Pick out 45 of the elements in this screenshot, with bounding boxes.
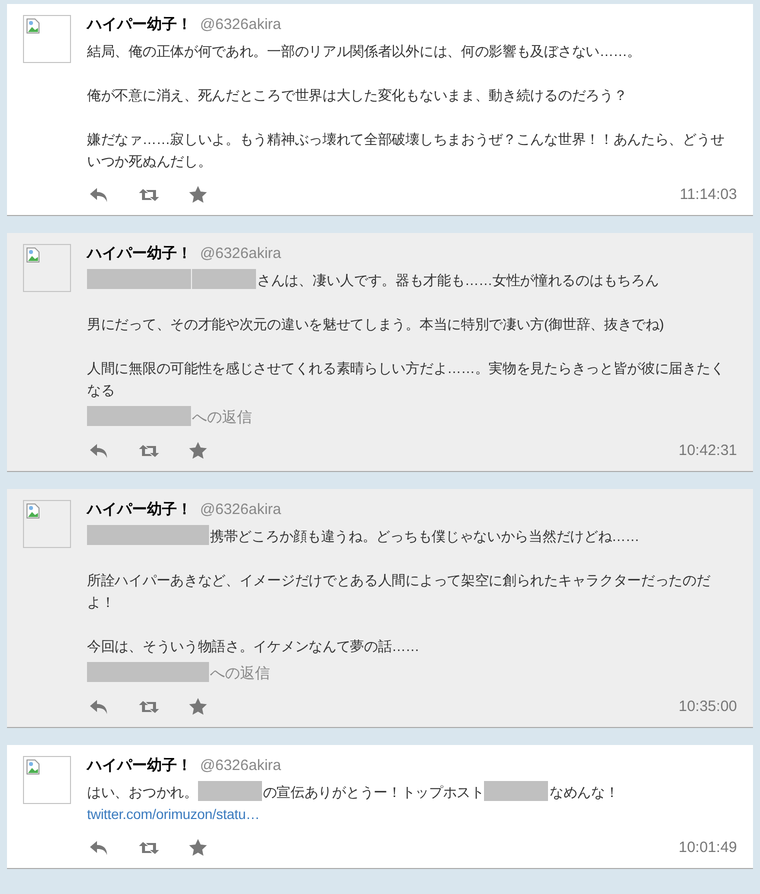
timestamp[interactable]: 10:01:49	[678, 839, 737, 856]
tweet-text: さんは、凄い人です。器も才能も……女性が憧れるのはもちろん	[257, 272, 659, 288]
star-icon[interactable]	[189, 698, 207, 715]
tweet-text: 俺が不意に消え、死んだところで世界は大した変化もないまま、動き続けるのだろう？	[87, 87, 628, 103]
user-name[interactable]: ハイパー幼子！	[87, 15, 192, 34]
broken-image-icon	[26, 503, 40, 519]
broken-image-icon	[26, 18, 40, 34]
tweet-text: 嫌だなァ……寂しいよ。もう精神ぶっ壊れて全部破壊しちまおうぜ？こんな世界！！あんたら、どうせいつか死ぬんだし。	[87, 131, 724, 169]
tweet-link[interactable]: twitter.com/orimuzon/statu…	[87, 806, 260, 822]
reply-icon[interactable]	[89, 840, 109, 856]
user-handle[interactable]: @6326akira	[200, 16, 282, 33]
user-name[interactable]: ハイパー幼子！	[87, 244, 192, 263]
redaction-block	[198, 781, 262, 801]
reply-to-text[interactable]: への返信	[192, 409, 252, 426]
timestamp[interactable]: 10:35:00	[678, 698, 737, 715]
tweet-text: 人間に無限の可能性を感じさせてくれる素晴らしい方だよ……。実物を見たらきっと皆が彼に届きたくなる	[87, 360, 724, 398]
retweet-icon[interactable]	[139, 188, 159, 202]
timestamp[interactable]: 10:42:31	[678, 442, 737, 459]
reply-icon[interactable]	[89, 442, 109, 458]
tweet-text: 今回は、そういう物語さ。イケメンなんて夢の話……	[87, 638, 420, 654]
reply-to-text[interactable]: への返信	[210, 665, 270, 682]
tweet-text: 結局、俺の正体が何であれ。一部のリアル関係者以外には、何の影響も及ぼさない……。	[87, 43, 642, 59]
user-name[interactable]: ハイパー幼子！	[87, 500, 192, 519]
tweet-text: なめんな！	[549, 784, 619, 800]
retweet-icon[interactable]	[139, 840, 159, 854]
broken-image-icon	[26, 759, 40, 775]
star-icon[interactable]	[189, 839, 207, 856]
tweet-text: の宣伝ありがとうー！トップホスト	[262, 784, 484, 800]
retweet-icon[interactable]	[139, 700, 159, 714]
user-handle[interactable]: @6326akira	[200, 501, 282, 518]
reply-icon[interactable]	[89, 186, 109, 202]
redaction-block	[484, 781, 548, 801]
tweet-text: 男にだって、その才能や次元の違いを魅せてしまう。本当に特別で凄い方(御世辞、抜きでね)	[87, 316, 664, 332]
user-name[interactable]: ハイパー幼子！	[87, 756, 192, 775]
retweet-icon[interactable]	[139, 444, 159, 458]
tweet-text: 携帯どころか顔も違うね。どっちも僕じゃないから当然だけどね……	[210, 528, 640, 544]
user-handle[interactable]: @6326akira	[200, 757, 282, 774]
star-icon[interactable]	[189, 442, 207, 459]
user-handle[interactable]: @6326akira	[200, 245, 282, 262]
reply-icon[interactable]	[89, 698, 109, 714]
timestamp[interactable]: 11:14:03	[680, 186, 737, 203]
star-icon[interactable]	[189, 186, 207, 203]
tweet-text: 所詮ハイパーあきなど、イメージだけでとある人間によって架空に創られたキャラクターだったのだよ！	[87, 572, 710, 610]
broken-image-icon	[26, 247, 40, 263]
tweet-text: はい、おつかれ。	[87, 784, 198, 800]
